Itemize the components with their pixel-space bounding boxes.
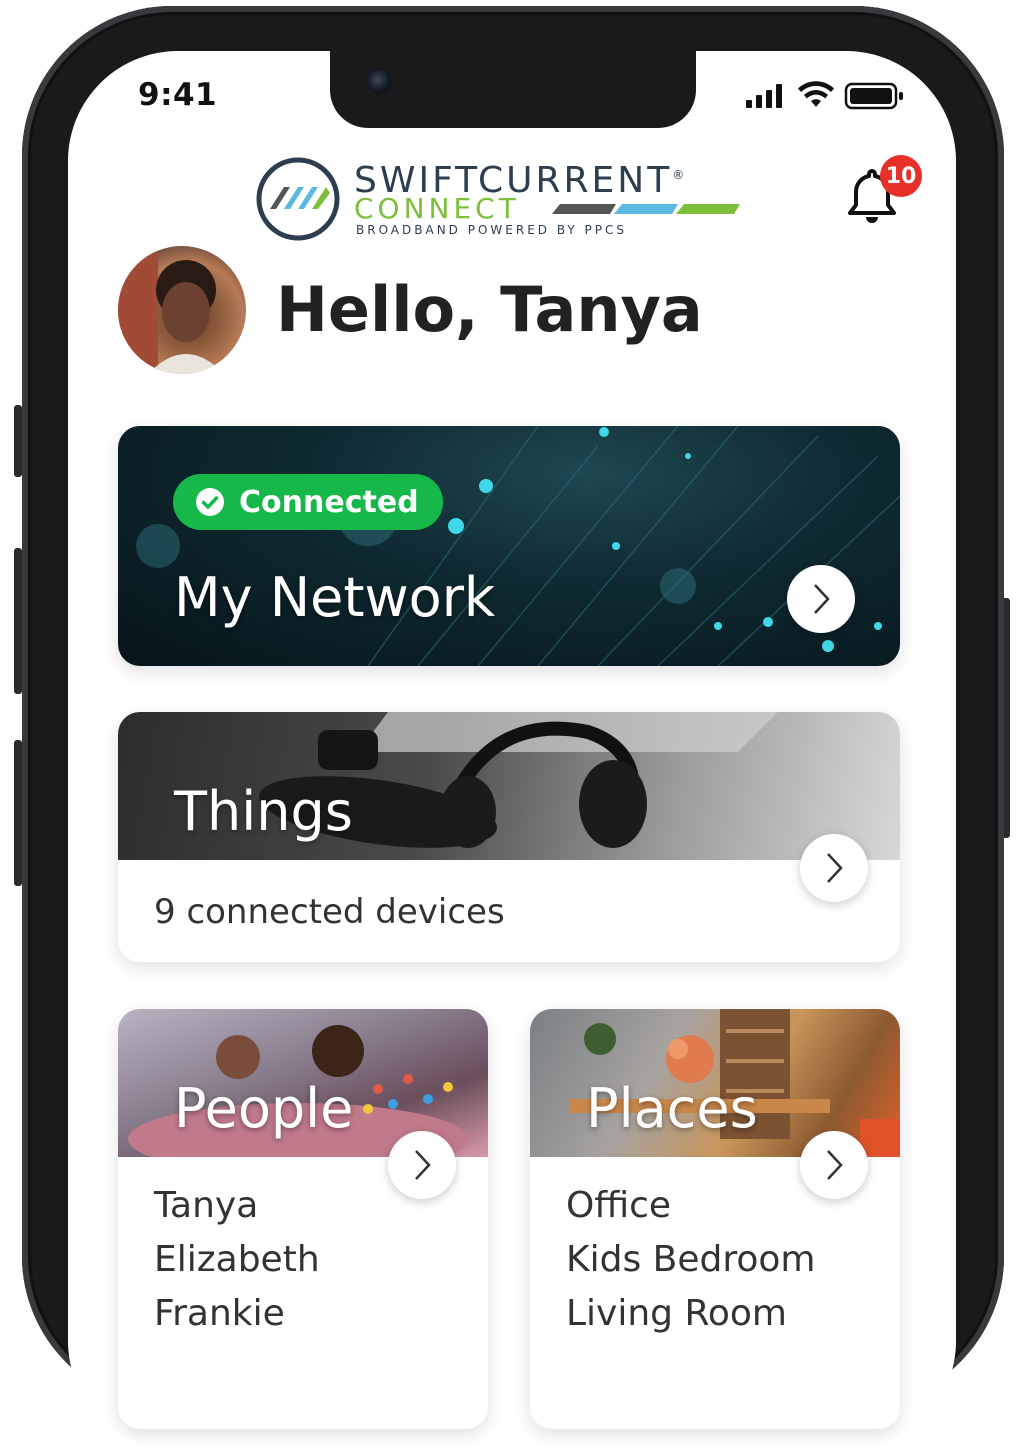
chevron-right-icon (827, 853, 843, 883)
avatar[interactable] (118, 246, 246, 374)
silent-switch (14, 405, 22, 477)
volume-down-button (14, 740, 22, 886)
chevron-right-icon (827, 1150, 843, 1180)
check-circle-icon (196, 488, 224, 516)
connection-status-label: Connected (239, 484, 419, 520)
chevron-right-icon (415, 1150, 431, 1180)
places-list-item: Kids Bedroom (566, 1239, 816, 1280)
logo-stripes (552, 204, 740, 214)
things-card-subtitle: 9 connected devices (154, 892, 505, 932)
network-card[interactable]: Connected My Network (118, 426, 900, 666)
battery-icon (844, 82, 903, 110)
people-card[interactable]: People Tanya Elizabeth Frankie (118, 1009, 488, 1429)
places-card-title: Places (586, 1077, 758, 1140)
brand-subname: CONNECT (354, 192, 520, 225)
people-card-title: People (174, 1077, 354, 1140)
people-card-arrow-button[interactable] (388, 1131, 456, 1199)
places-card-arrow-button[interactable] (800, 1131, 868, 1199)
volume-up-button (14, 548, 22, 694)
people-list-item: Tanya (154, 1185, 259, 1226)
people-list-item: Elizabeth (154, 1239, 320, 1280)
notification-badge[interactable]: 10 (880, 155, 922, 197)
logo-emblem-icon (256, 157, 340, 241)
brand-logo: SWIFTCURRENT® CONNECT BROADBAND POWERED … (256, 155, 756, 245)
status-icons (746, 81, 906, 111)
phone-screen: 9:41 SWIFTCURRENT® CONNECT BROADBAND POW… (68, 51, 956, 1451)
front-camera (366, 68, 392, 94)
network-card-title: My Network (174, 566, 496, 629)
brand-tagline: BROADBAND POWERED BY PPCS (356, 223, 628, 237)
connection-status-badge: Connected (173, 474, 443, 530)
status-time: 9:41 (138, 77, 218, 113)
notch (330, 51, 696, 128)
network-card-arrow-button[interactable] (787, 565, 855, 633)
cellular-signal-icon (746, 84, 782, 108)
things-card-arrow-button[interactable] (800, 834, 868, 902)
fiber-optic-background (136, 426, 900, 666)
greeting-title: Hello, Tanya (276, 273, 703, 346)
places-card[interactable]: Places Office Kids Bedroom Living Room (530, 1009, 900, 1429)
places-list-item: Office (566, 1185, 672, 1226)
things-card-title: Things (174, 780, 353, 843)
chevron-right-icon (814, 584, 830, 614)
wifi-icon (798, 81, 834, 107)
things-card[interactable]: Things 9 connected devices (118, 712, 900, 962)
